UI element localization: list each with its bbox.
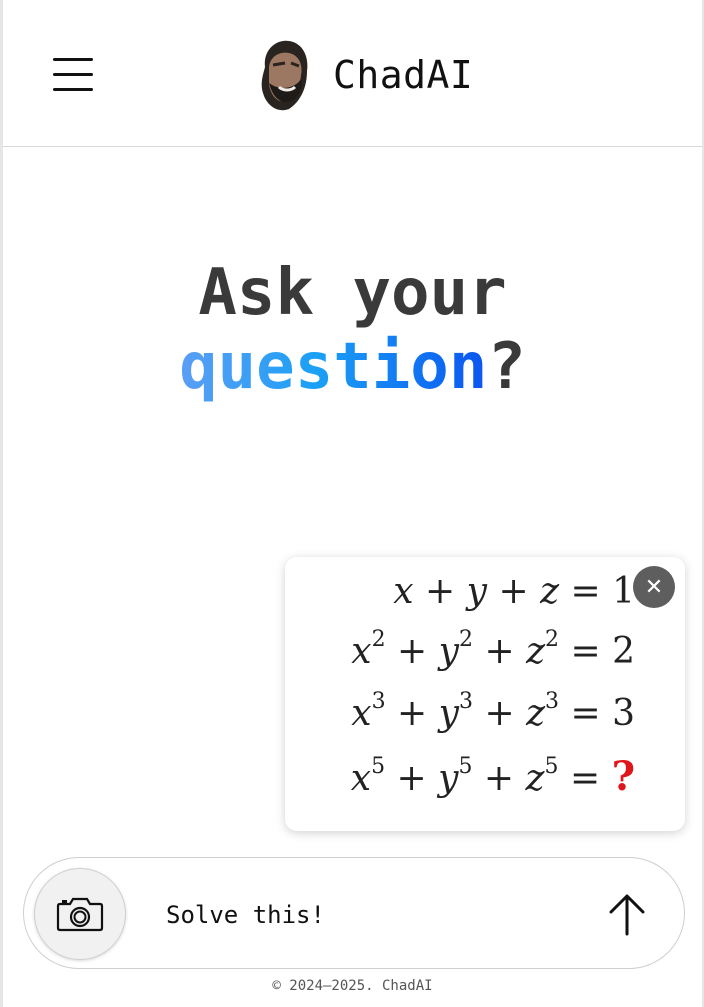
hamburger-menu-icon[interactable]: [53, 56, 95, 94]
variable: x: [393, 571, 414, 612]
brand-name: ChadAI: [333, 53, 474, 97]
equation-rhs: 2: [612, 631, 635, 672]
equals-sign: =: [559, 571, 613, 612]
hero-heading: Ask your question?: [3, 256, 702, 404]
footer-copyright: © 2024–2025. ChadAI: [272, 978, 433, 994]
exponent: 3: [545, 689, 560, 714]
plus-sign: +: [472, 758, 526, 799]
close-icon: ✕: [644, 574, 664, 600]
variable: z: [526, 631, 546, 672]
variable: y: [438, 631, 459, 672]
variable: z: [525, 758, 545, 799]
hero-punct: ?: [487, 330, 526, 404]
attached-image-card[interactable]: x + y + z = 1 x2 + y2 + z2 = 2 x3 + y3 + z…: [285, 557, 685, 831]
equation-line: x2 + y2 + z2 = 2: [351, 627, 635, 672]
exponent: 2: [545, 627, 560, 652]
equals-sign: =: [558, 758, 612, 799]
chad-face-avatar: [261, 40, 308, 111]
exponent: 2: [459, 627, 473, 652]
exponent: 5: [371, 754, 386, 779]
equation-line: x + y + z = 1: [393, 571, 635, 612]
exponent: 5: [458, 754, 473, 779]
variable: z: [526, 693, 546, 734]
exponent: 2: [371, 627, 386, 652]
exponent: 5: [544, 754, 559, 779]
plus-sign: +: [473, 631, 527, 672]
hero-line-2: question?: [3, 330, 702, 404]
plus-sign: +: [385, 758, 439, 799]
variable: x: [351, 693, 372, 734]
equals-sign: =: [559, 693, 613, 734]
exponent: 3: [459, 689, 473, 714]
plus-sign: +: [385, 631, 439, 672]
remove-attachment-button[interactable]: ✕: [633, 566, 675, 608]
message-composer: [23, 857, 685, 969]
variable: x: [350, 758, 372, 799]
camera-button[interactable]: [34, 868, 126, 960]
variable: x: [351, 631, 372, 672]
hero-highlight: question: [179, 330, 488, 404]
equals-sign: =: [559, 631, 613, 672]
equation-rhs: ?: [611, 753, 635, 800]
app-header: ChadAI: [3, 0, 702, 147]
variable: y: [466, 571, 487, 612]
send-button[interactable]: [604, 892, 650, 938]
variable: y: [438, 758, 459, 799]
arrow-up-icon: [609, 894, 645, 936]
equation-rhs: 1: [612, 571, 635, 612]
plus-sign: +: [487, 571, 541, 612]
equation-line: x3 + y3 + z3 = 3: [351, 689, 635, 734]
plus-sign: +: [473, 693, 527, 734]
exponent: 3: [371, 689, 386, 714]
brand[interactable]: ChadAI: [255, 36, 473, 114]
equation-line: x5 + y5 + z5 = ?: [351, 753, 635, 800]
hero-line-1: Ask your: [198, 256, 507, 330]
equation-rhs: 3: [612, 693, 635, 734]
variable: z: [540, 571, 560, 612]
plus-sign: +: [385, 693, 439, 734]
camera-icon: [56, 897, 104, 932]
plus-sign: +: [413, 571, 467, 612]
variable: y: [438, 693, 459, 734]
message-input[interactable]: [164, 894, 568, 936]
